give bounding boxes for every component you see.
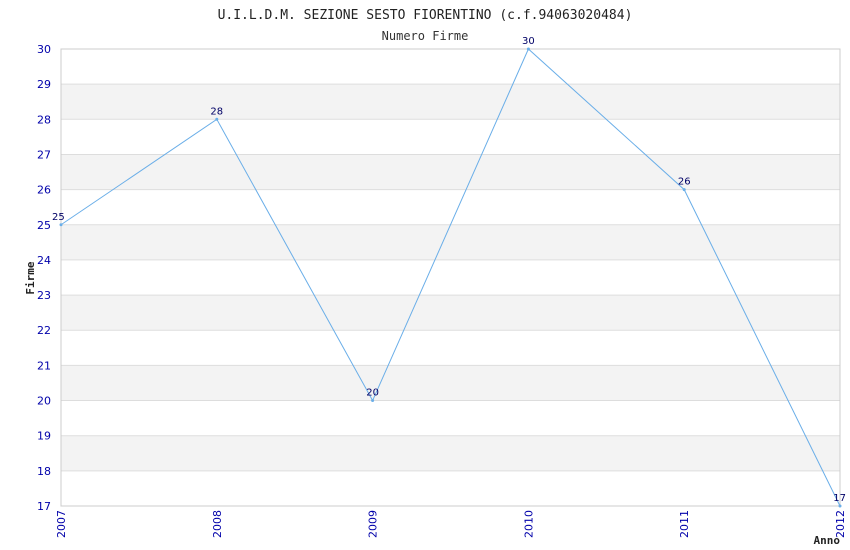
x-tick-label: 2009: [367, 510, 380, 538]
y-tick-label: 22: [37, 324, 51, 337]
x-tick-label: 2008: [211, 510, 224, 538]
data-point: [371, 399, 375, 403]
y-tick-label: 19: [37, 430, 51, 443]
grid-band: [61, 49, 840, 85]
grid-band: [61, 470, 840, 506]
y-tick-label: 27: [37, 148, 51, 161]
y-tick-label: 30: [37, 43, 51, 56]
x-tick-label: 2011: [678, 510, 691, 538]
y-tick-label: 29: [37, 78, 51, 91]
data-label: 20: [366, 388, 379, 399]
data-label: 17: [833, 493, 846, 504]
chart-title: U.I.L.D.M. SEZIONE SESTO FIORENTINO (c.f…: [218, 8, 633, 23]
grid-band: [61, 365, 840, 401]
grid-band: [61, 400, 840, 436]
y-tick-label: 21: [37, 359, 51, 372]
data-label: 30: [522, 36, 535, 47]
y-tick-label: 24: [37, 254, 51, 267]
data-point: [838, 504, 842, 508]
data-label: 25: [52, 212, 65, 223]
y-tick-label: 25: [37, 219, 51, 232]
y-tick-label: 20: [37, 395, 51, 408]
grid-band: [61, 154, 840, 190]
grid-band: [61, 330, 840, 366]
grid-band: [61, 189, 840, 225]
y-tick-label: 17: [37, 500, 51, 513]
grid-band: [61, 259, 840, 296]
data-label: 26: [678, 177, 691, 188]
y-tick-label: 23: [37, 289, 51, 302]
data-point: [682, 188, 686, 192]
data-point: [526, 47, 530, 51]
x-axis-label: Anno: [814, 534, 841, 547]
x-tick-label: 2007: [55, 510, 68, 538]
chart-subtitle: Numero Firme: [382, 29, 469, 43]
grid-band: [61, 119, 840, 155]
y-tick-label: 18: [37, 465, 51, 478]
grid-band: [61, 224, 840, 260]
data-point: [59, 223, 63, 227]
line-chart: 17 18 19 20 21 22 23 24 25 26 27 28 29 30 2007 2008 200…: [24, 8, 847, 547]
x-axis-ticks: 2007 2008 2009 2010 2011 2012: [55, 510, 847, 538]
grid-band: [61, 435, 840, 471]
y-axis-label: Firme: [24, 261, 37, 294]
y-tick-label: 28: [37, 113, 51, 126]
data-point: [215, 117, 219, 121]
grid-band: [61, 295, 840, 331]
data-label: 28: [210, 106, 223, 117]
y-axis-ticks: 17 18 19 20 21 22 23 24 25 26 27 28 29 30: [37, 43, 51, 513]
grid-bands: [61, 49, 840, 506]
y-tick-label: 26: [37, 184, 51, 197]
x-tick-label: 2010: [522, 510, 535, 538]
grid-band: [61, 84, 840, 120]
